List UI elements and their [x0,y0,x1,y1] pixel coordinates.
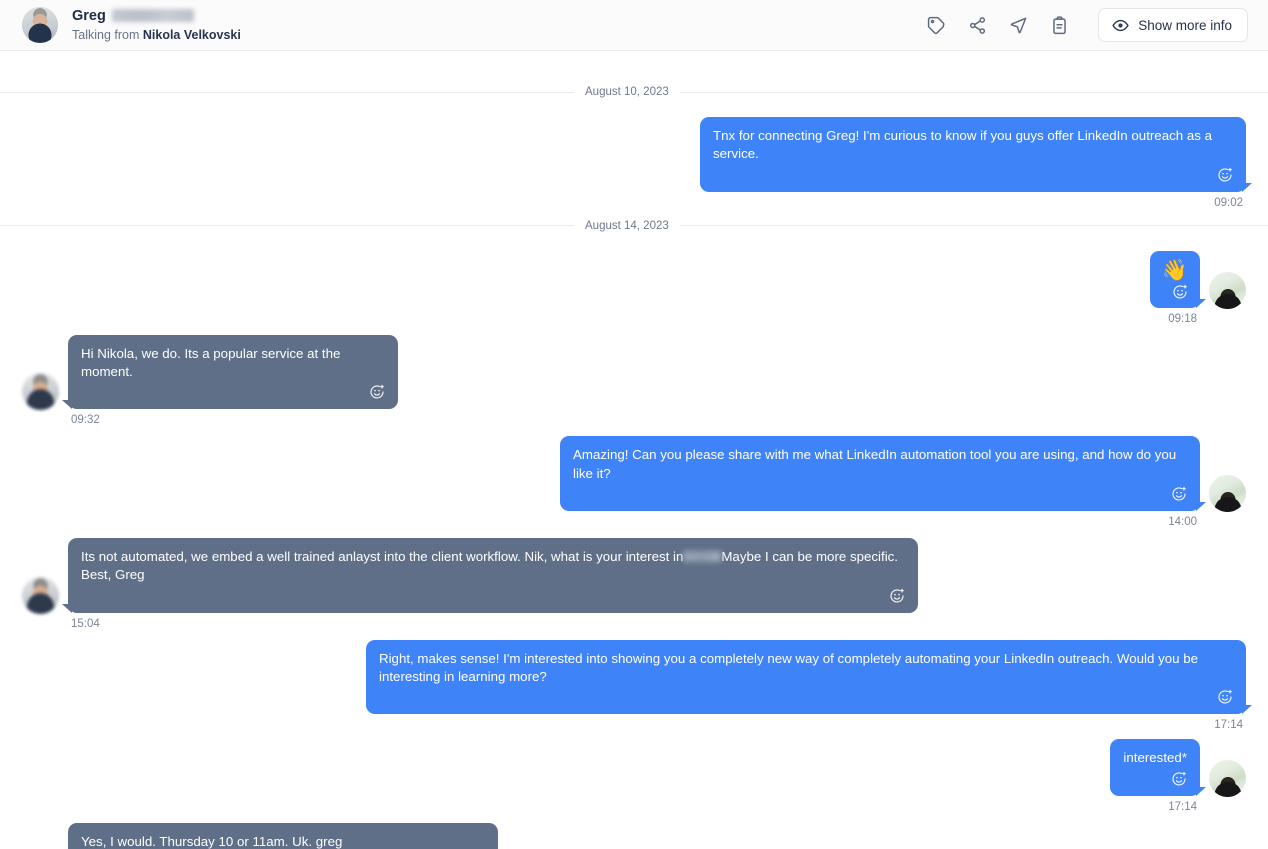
message-timestamp: 09:18 [1168,312,1197,325]
tag-icon[interactable] [925,14,947,36]
avatar[interactable] [1209,759,1246,797]
date-label: August 10, 2023 [585,86,669,98]
message-bubble[interactable]: Tnx for connecting Greg! I'm curious to … [700,117,1252,192]
conversation-header: Greg Talking from Nikola Velkovski Show … [0,0,1268,51]
avatar-image [22,7,58,43]
message-text: Amazing! Can you please share with me wh… [573,447,1177,481]
date-label: August 14, 2023 [585,219,669,232]
talking-from-prefix: Talking from [72,28,140,43]
message-emoji: 👋 [1161,258,1188,282]
message-timestamp: 17:14 [1214,719,1243,732]
eye-icon [1112,17,1129,34]
message-bubble[interactable]: Yes, I would. Thursday 10 or 11am. Uk. g… [68,822,498,849]
message-timestamp: 14:00 [1168,516,1197,529]
message-group: Yes, I would. Thursday 10 or 11am. Uk. g… [68,822,498,849]
talking-from-account: Nikola Velkovski [142,28,241,43]
emoji-add-icon[interactable] [889,588,905,605]
message-group: Amazing! Can you please share with me wh… [560,436,1206,529]
message-bubble[interactable]: Its not automated, we embed a well train… [62,538,918,613]
divider-line-left [0,91,574,93]
message-text: interested* [1123,750,1187,766]
message-timestamp: 09:32 [71,414,100,427]
divider-line-right [679,91,1268,93]
message-timestamp: 17:14 [1168,800,1197,813]
message-timestamp: 09:02 [1214,196,1243,209]
talking-from-line: Talking from Nikola Velkovski [72,27,241,43]
message-text-part1: Its not automated, we embed a well train… [81,549,684,565]
avatar[interactable] [1209,475,1246,513]
show-more-info-label: Show more info [1138,17,1232,33]
reaction-row [81,588,905,605]
message-text: Yes, I would. Thursday 10 or 11am. Uk. g… [81,833,485,849]
message-bubble[interactable]: Amazing! Can you please share with me wh… [560,436,1206,512]
message-bubble[interactable]: Right, makes sense! I'm interested into … [366,639,1252,715]
show-more-info-button[interactable]: Show more info [1098,8,1248,42]
redacted-text [683,551,722,563]
message-text: Right, makes sense! I'm interested into … [379,650,1199,685]
message-group: Hi Nikola, we do. Its a popular service … [62,334,398,427]
contact-name-row: Greg [72,7,241,26]
message-text-part1: Yes, I would. Thursday 10 or 11am. Uk. g… [81,833,343,849]
message-bubble[interactable]: 👋 [1149,250,1207,308]
divider-line-right [679,225,1268,227]
reaction-row [379,689,1233,706]
message-row: Its not automated, we embed a well train… [0,538,1268,630]
message-bubble[interactable]: Hi Nikola, we do. Its a popular service … [62,334,398,410]
emoji-add-icon[interactable] [1171,486,1187,503]
message-group: Its not automated, we embed a well train… [62,538,918,630]
emoji-add-icon[interactable] [1217,689,1233,706]
reaction-row [1123,771,1187,788]
header-actions: Show more info [925,8,1248,42]
avatar[interactable] [1209,271,1246,309]
message-row: Hi Nikola, we do. Its a popular service … [0,334,1268,427]
message-row: interested* 17:14 [0,739,1268,813]
emoji-add-icon[interactable] [1217,167,1233,184]
contact-name: Greg [72,7,106,24]
header-contact-info: Greg Talking from Nikola Velkovski [72,7,241,44]
emoji-add-icon[interactable] [369,384,385,401]
date-separator: August 10, 2023 [0,79,1268,105]
contact-lastname-redacted [111,9,194,23]
message-bubble[interactable]: interested* [1110,739,1206,797]
divider-line-left [0,225,574,227]
reaction-row [81,384,385,401]
share-icon[interactable] [966,14,988,36]
message-text: Tnx for connecting Greg! I'm curious to … [713,128,1212,162]
reaction-row [1162,284,1188,301]
conversation-thread: August 10, 2023 Tnx for connecting Greg!… [0,79,1268,849]
header-contact-avatar[interactable] [22,7,58,43]
clipboard-icon[interactable] [1048,14,1070,36]
reaction-row [573,486,1187,503]
message-group: interested* 17:14 [1110,739,1206,813]
emoji-add-icon[interactable] [1171,771,1187,788]
message-group: Tnx for connecting Greg! I'm curious to … [700,117,1252,209]
emoji-add-icon[interactable] [1172,284,1188,301]
message-group: Right, makes sense! I'm interested into … [366,639,1252,732]
message-text: Hi Nikola, we do. Its a popular service … [81,345,341,380]
message-row: Right, makes sense! I'm interested into … [0,639,1268,732]
send-icon[interactable] [1007,14,1029,36]
message-row: Tnx for connecting Greg! I'm curious to … [0,117,1268,209]
message-row: Amazing! Can you please share with me wh… [0,436,1268,528]
message-row: Yes, I would. Thursday 10 or 11am. Uk. g… [0,822,1268,849]
avatar[interactable] [22,576,59,614]
message-group: 👋 09:18 [1149,250,1207,325]
date-separator: August 14, 2023 [0,213,1268,239]
avatar[interactable] [22,373,59,411]
message-text: Its not automated, we embed a well train… [81,548,905,585]
message-row: 👋 09:18 [0,250,1268,325]
message-timestamp: 15:04 [71,617,100,630]
reaction-row [713,167,1233,184]
